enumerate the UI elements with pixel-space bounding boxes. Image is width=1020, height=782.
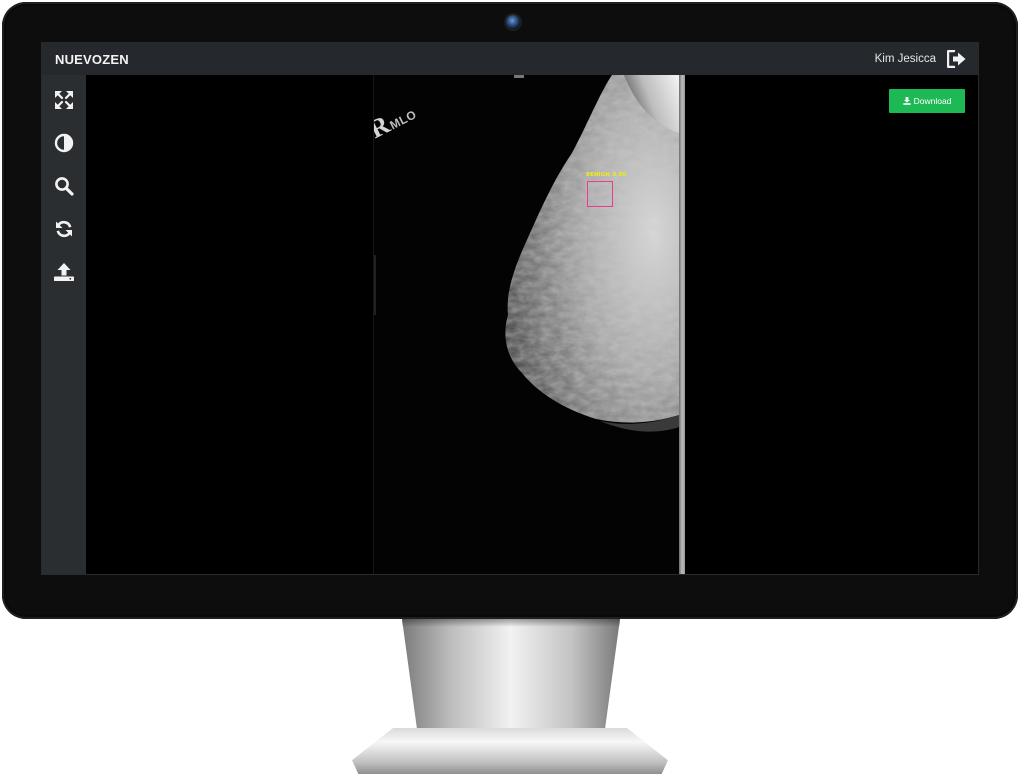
monitor-bezel: NUEVOZEN Kim Jesicca R MLO BENIGN 0.90 D…	[2, 2, 1018, 619]
download-button[interactable]: Download	[889, 89, 965, 113]
fullscreen-arrows-icon	[55, 91, 73, 109]
download-label: Download	[913, 96, 952, 106]
monitor-stand	[402, 619, 620, 731]
contrast-button[interactable]	[47, 126, 81, 160]
fullscreen-button[interactable]	[47, 83, 81, 117]
app-header: NUEVOZEN Kim Jesicca	[42, 43, 978, 75]
film-mark	[514, 75, 524, 78]
zoom-button[interactable]	[47, 169, 81, 203]
download-icon	[902, 97, 911, 105]
mammogram-image[interactable]: R MLO BENIGN 0.90	[374, 75, 685, 574]
finding-class: BENIGN	[586, 172, 610, 178]
reset-button[interactable]	[47, 212, 81, 246]
user-name: Kim Jesicca	[874, 53, 936, 65]
sign-out-icon[interactable]	[946, 48, 968, 70]
tool-sidebar	[42, 75, 86, 574]
upload-icon	[54, 263, 74, 281]
webcam	[506, 15, 520, 29]
breast-tissue-image	[505, 75, 679, 432]
finding-score: 0.90	[612, 172, 627, 178]
finding-label: BENIGN 0.90	[586, 172, 629, 178]
magnifier-icon	[55, 177, 74, 196]
film-edge	[679, 75, 685, 574]
contrast-icon	[54, 133, 74, 153]
refresh-icon	[56, 220, 72, 238]
image-viewer[interactable]: R MLO BENIGN 0.90 Download	[86, 75, 978, 574]
monitor-base	[352, 728, 668, 774]
monitor-stand-shadow	[402, 619, 620, 627]
finding-bounding-box[interactable]	[587, 181, 613, 207]
app-screen: NUEVOZEN Kim Jesicca R MLO BENIGN 0.90 D…	[42, 43, 978, 574]
user-area: Kim Jesicca	[875, 48, 968, 70]
upload-button[interactable]	[47, 255, 81, 289]
film-edge-mark	[374, 255, 376, 315]
brand-logo: NUEVOZEN	[55, 51, 129, 67]
